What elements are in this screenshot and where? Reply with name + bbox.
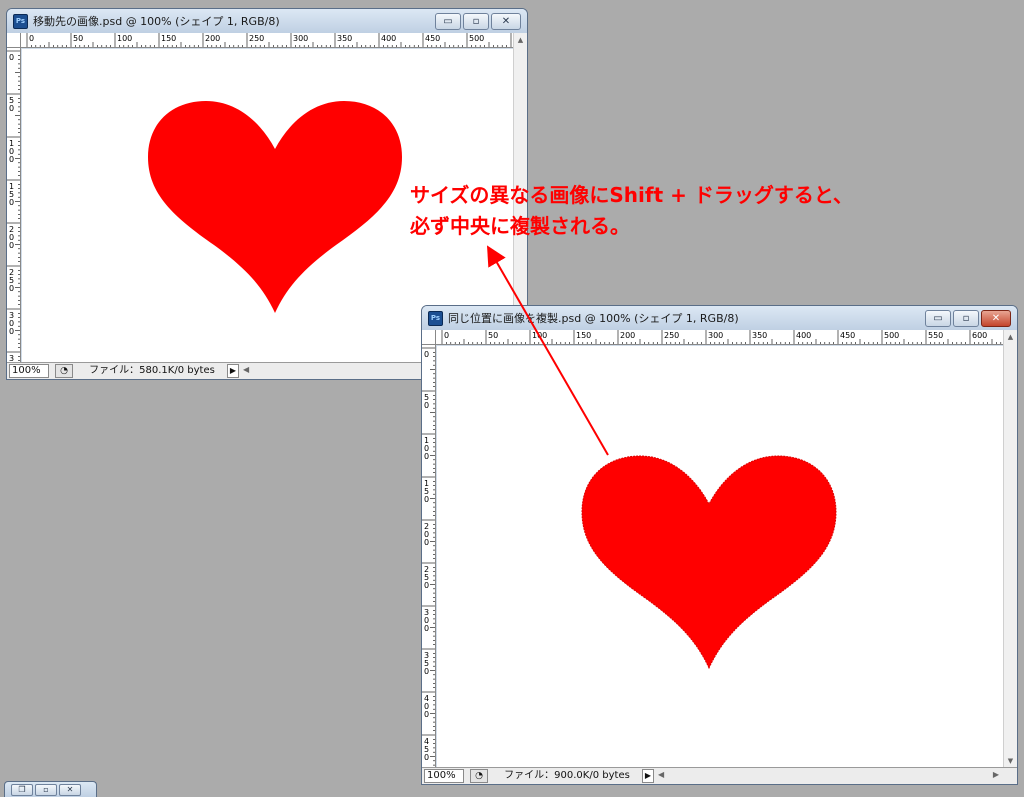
ruler-label: 0 (9, 155, 14, 164)
ruler-label: 100 (532, 331, 547, 340)
photoshop-icon: Ps (428, 311, 443, 326)
ruler-label: 400 (381, 34, 396, 43)
window-titlebar[interactable]: Ps 移動先の画像.psd @ 100% (シェイプ 1, RGB/8) ▭ ▫… (7, 9, 527, 33)
ruler-label: 0 (424, 624, 429, 633)
minimized-window-controls[interactable]: ❐ ▫ ✕ (4, 781, 97, 797)
ruler-label: 0 (9, 198, 14, 207)
ruler-label: 3 (9, 354, 14, 362)
ruler-label: 0 (424, 495, 429, 504)
ruler-label: 100 (117, 34, 132, 43)
ruler-label: 450 (840, 331, 855, 340)
ruler-label: 0 (9, 327, 14, 336)
ruler-label: 50 (73, 34, 83, 43)
ruler-label: 0 (444, 331, 449, 340)
ruler-label: 0 (9, 284, 14, 293)
ruler-label: 0 (424, 538, 429, 547)
close-button[interactable]: ✕ (59, 784, 81, 796)
ruler-label: 550 (928, 331, 943, 340)
ruler-label: 150 (576, 331, 591, 340)
heart-shape (148, 101, 402, 313)
annotation-line-2: 必ず中央に複製される。 (410, 214, 630, 238)
preview-icon[interactable]: ◔ (470, 769, 488, 783)
ruler-label: 350 (337, 34, 352, 43)
ruler-label: 200 (620, 331, 635, 340)
document-window-duplicate[interactable]: Ps 同じ位置に画像を複製.psd @ 100% (シェイプ 1, RGB/8)… (421, 305, 1018, 785)
ruler-label: 300 (708, 331, 723, 340)
scroll-down-icon[interactable]: ▼ (1004, 757, 1017, 765)
file-info: ファイル：900.0K/0 bytes (504, 770, 630, 781)
document-canvas[interactable] (437, 346, 1003, 767)
heart-shape-canvas (581, 455, 837, 670)
maximize-button[interactable]: ▫ (953, 310, 979, 327)
ruler-label: 200 (205, 34, 220, 43)
close-button[interactable]: ✕ (981, 310, 1011, 327)
ruler-label: 500 (884, 331, 899, 340)
preview-icon[interactable]: ◔ (55, 364, 73, 378)
annotation-text: サイズの異なる画像にShift + ドラッグすると、 必ず中央に複製される。 (410, 180, 853, 242)
maximize-button[interactable]: ▫ (463, 13, 489, 30)
ruler-label: 0 (9, 241, 14, 250)
window-title: 同じ位置に画像を複製.psd @ 100% (シェイプ 1, RGB/8) (448, 312, 739, 325)
zoom-level-field[interactable]: 100% (424, 769, 464, 783)
heart-shape (581, 455, 837, 670)
ruler-label: 50 (488, 331, 498, 340)
minimize-button[interactable]: ▭ (925, 310, 951, 327)
ruler-label: 0 (424, 581, 429, 590)
ruler-label: 350 (752, 331, 767, 340)
zoom-level-field[interactable]: 100% (9, 364, 49, 378)
ruler-corner[interactable] (7, 33, 21, 48)
ruler-label: 0 (9, 53, 14, 62)
status-menu-arrow-icon[interactable]: ▶ (642, 769, 654, 783)
ruler-label: 250 (664, 331, 679, 340)
ruler-label: 0 (424, 401, 429, 410)
restore-button[interactable]: ❐ (11, 784, 33, 796)
vertical-scrollbar[interactable]: ▲ ▼ (1003, 330, 1017, 769)
annotation-line-1: サイズの異なる画像にShift + ドラッグすると、 (410, 183, 854, 207)
ruler-label: 500 (469, 34, 484, 43)
ruler-label: 0 (29, 34, 34, 43)
close-button[interactable]: ✕ (491, 13, 521, 30)
minimize-button[interactable]: ▭ (435, 13, 461, 30)
vertical-ruler[interactable]: 050100150200250300350400450 (422, 345, 436, 767)
ruler-label: 150 (161, 34, 176, 43)
window-title: 移動先の画像.psd @ 100% (シェイプ 1, RGB/8) (33, 15, 280, 28)
ruler-label: 0 (424, 452, 429, 461)
ruler-corner[interactable] (422, 330, 436, 345)
vertical-ruler[interactable]: 0501001502002503003 (7, 48, 21, 362)
ruler-label: 0 (424, 350, 429, 359)
scroll-up-icon[interactable]: ▲ (514, 36, 527, 44)
ruler-label: 300 (293, 34, 308, 43)
ruler-label: 400 (796, 331, 811, 340)
ruler-label: 0 (424, 710, 429, 719)
file-info: ファイル：580.1K/0 bytes (89, 365, 215, 376)
horizontal-ruler[interactable]: 0 50 100 150 200 250 300 350 400 450 500 (21, 33, 514, 48)
maximize-button[interactable]: ▫ (35, 784, 57, 796)
photoshop-icon: Ps (13, 14, 28, 29)
window-controls: ▭ ▫ ✕ (925, 310, 1011, 327)
ruler-label: 0 (424, 667, 429, 676)
scroll-right-icon[interactable]: ▶ (993, 770, 999, 779)
scroll-left-icon[interactable]: ◀ (658, 770, 664, 779)
scroll-left-icon[interactable]: ◀ (243, 365, 249, 374)
status-bar: 100% ◔ ファイル：900.0K/0 bytes ▶ ◀ ▶ (422, 767, 1017, 784)
horizontal-ruler[interactable]: 0 50 100 150 200 250 300 350 400 450 500 550 600 (436, 330, 1003, 345)
ruler-label: 0 (424, 753, 429, 762)
window-controls: ▭ ▫ ✕ (435, 13, 521, 30)
ruler-label: 450 (425, 34, 440, 43)
scroll-up-icon[interactable]: ▲ (1004, 333, 1017, 341)
ruler-label: 0 (9, 104, 14, 113)
ruler-label: 250 (249, 34, 264, 43)
status-menu-arrow-icon[interactable]: ▶ (227, 364, 239, 378)
window-titlebar[interactable]: Ps 同じ位置に画像を複製.psd @ 100% (シェイプ 1, RGB/8)… (422, 306, 1017, 330)
ruler-label: 600 (972, 331, 987, 340)
